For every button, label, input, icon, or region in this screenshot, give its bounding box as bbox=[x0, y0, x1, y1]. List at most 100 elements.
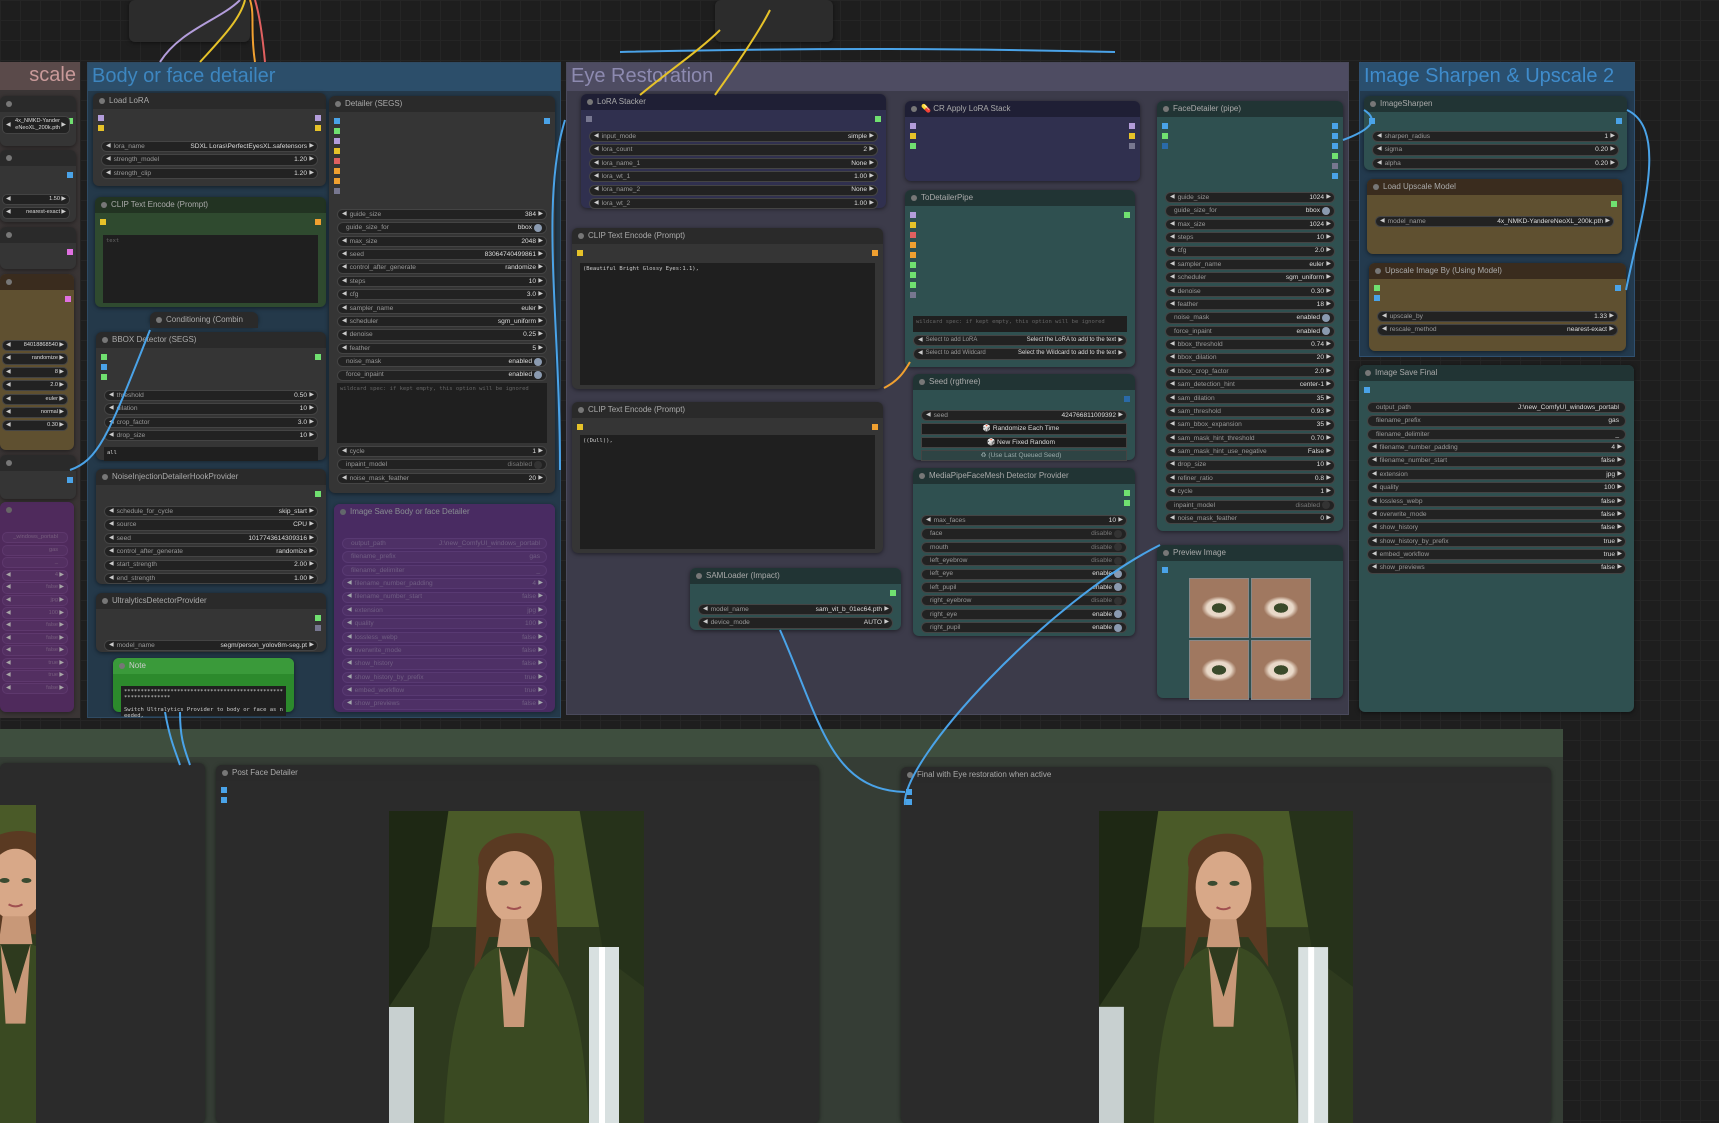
widget-input-mode[interactable]: ◀ input_mode simple ▶ bbox=[589, 131, 878, 143]
node-bbox-detector[interactable]: BBOX Detector (SEGS) ◀ threshold 0.50 ▶ ◀ dila… bbox=[96, 332, 326, 462]
decrement-arrow-icon[interactable]: ◀ bbox=[347, 579, 352, 588]
decrement-arrow-icon[interactable]: ◀ bbox=[1170, 380, 1175, 389]
widget-filename-number-padding[interactable]: ◀ filename_number_padding 4 ▶ bbox=[342, 578, 547, 590]
decrement-arrow-icon[interactable]: ◀ bbox=[347, 606, 352, 615]
decrement-arrow-icon[interactable]: ◀ bbox=[6, 369, 11, 376]
output-slot[interactable] bbox=[1332, 163, 1338, 169]
widget-filename-prefix[interactable]: filename_prefix gas bbox=[1367, 415, 1626, 427]
decrement-arrow-icon[interactable]: ◀ bbox=[1170, 287, 1175, 296]
decrement-arrow-icon[interactable]: ◀ bbox=[1372, 537, 1377, 546]
widget-lora-name-2[interactable]: ◀ lora_name_2 None ▶ bbox=[589, 184, 878, 196]
decrement-arrow-icon[interactable]: ◀ bbox=[1170, 193, 1175, 202]
node-upscale-partial[interactable]: ◀ 1.50 ▶ ◀ nearest-exact ▶ bbox=[0, 150, 76, 222]
increment-arrow-icon[interactable]: ▶ bbox=[59, 672, 64, 679]
output-slot[interactable] bbox=[1332, 153, 1338, 159]
collapse-dot-icon[interactable] bbox=[1163, 550, 1169, 556]
widget-sharpen-radius[interactable]: ◀ sharpen_radius 1 ▶ bbox=[1372, 131, 1619, 143]
increment-arrow-icon[interactable]: ▶ bbox=[884, 605, 889, 614]
widget-btn[interactable]: ♻ (Use Last Queued Seed) bbox=[921, 450, 1127, 462]
decrement-arrow-icon[interactable]: ◀ bbox=[347, 659, 352, 668]
widget-show-history-by-prefix[interactable]: ◀ show_history_by_prefix true ▶ bbox=[342, 671, 547, 683]
widget-sam-mask-hint-use-negative[interactable]: ◀ sam_mask_hint_use_negative False ▶ bbox=[1165, 446, 1335, 458]
widget-num[interactable]: ◀ randomize ▶ bbox=[2, 353, 68, 365]
widget-source[interactable]: ◀ source CPU ▶ bbox=[104, 519, 318, 531]
collapse-dot-icon[interactable] bbox=[335, 101, 341, 107]
node-title-bar[interactable]: MediaPipeFaceMesh Detector Provider bbox=[913, 468, 1135, 484]
decrement-arrow-icon[interactable]: ◀ bbox=[1372, 523, 1377, 532]
increment-arrow-icon[interactable]: ▶ bbox=[538, 633, 543, 642]
widget-show-previews[interactable]: ◀ show_previews false ▶ bbox=[1367, 562, 1626, 574]
increment-arrow-icon[interactable]: ▶ bbox=[1326, 287, 1331, 296]
input-slot[interactable] bbox=[910, 133, 916, 139]
widget-scheduler[interactable]: ◀ scheduler sgm_uniform ▶ bbox=[337, 316, 547, 328]
increment-arrow-icon[interactable]: ▶ bbox=[1326, 300, 1331, 309]
decrement-arrow-icon[interactable]: ◀ bbox=[342, 250, 347, 259]
decrement-arrow-icon[interactable]: ◀ bbox=[109, 391, 114, 400]
input-slot[interactable] bbox=[910, 242, 916, 248]
widget-sam-bbox-expansion[interactable]: ◀ sam_bbox_expansion 35 ▶ bbox=[1165, 419, 1335, 431]
collapse-dot-icon[interactable] bbox=[911, 195, 917, 201]
node-title-bar[interactable]: ImageSharpen bbox=[1364, 96, 1627, 112]
output-image[interactable] bbox=[1099, 811, 1353, 1123]
toggle-knob[interactable] bbox=[534, 371, 542, 380]
decrement-arrow-icon[interactable]: ◀ bbox=[6, 209, 11, 216]
input-slot[interactable] bbox=[910, 123, 916, 129]
node-title-bar[interactable] bbox=[0, 455, 76, 471]
collapse-dot-icon[interactable] bbox=[156, 317, 162, 323]
widget-model-name[interactable]: ◀ model_name sam_vit_b_01ec64.pth ▶ bbox=[698, 604, 893, 616]
decrement-arrow-icon[interactable]: ◀ bbox=[1170, 487, 1175, 496]
node-title-bar[interactable]: CLIP Text Encode (Prompt) bbox=[572, 402, 883, 418]
widget-bbox-dilation[interactable]: ◀ bbox_dilation 20 ▶ bbox=[1165, 352, 1335, 364]
decrement-arrow-icon[interactable]: ◀ bbox=[6, 685, 11, 692]
decrement-arrow-icon[interactable]: ◀ bbox=[347, 699, 352, 708]
decrement-arrow-icon[interactable]: ◀ bbox=[594, 132, 599, 141]
input-slot[interactable] bbox=[101, 364, 107, 370]
node-title-bar[interactable] bbox=[0, 274, 74, 290]
output-slot[interactable] bbox=[315, 125, 321, 131]
widget-select-to-add-wildcard[interactable]: ◀ Select to add Wildcard Select the Wildca… bbox=[913, 348, 1127, 360]
widget-strength-clip[interactable]: ◀ strength_clip 1.20 ▶ bbox=[101, 167, 318, 179]
increment-arrow-icon[interactable]: ▶ bbox=[1617, 456, 1622, 465]
output-slot[interactable] bbox=[875, 116, 881, 122]
widget-start-strength[interactable]: ◀ start_strength 2.00 ▶ bbox=[104, 559, 318, 571]
decrement-arrow-icon[interactable]: ◀ bbox=[109, 641, 114, 650]
widget-overwrite-mode[interactable]: ◀ overwrite_mode false ▶ bbox=[342, 645, 547, 657]
decrement-arrow-icon[interactable]: ◀ bbox=[1372, 483, 1377, 492]
increment-arrow-icon[interactable]: ▶ bbox=[309, 404, 314, 413]
output-slot[interactable] bbox=[67, 477, 73, 483]
output-slot[interactable] bbox=[1124, 212, 1130, 218]
increment-arrow-icon[interactable]: ▶ bbox=[869, 172, 874, 181]
widget-quality[interactable]: ◀ quality 100 ▶ bbox=[1367, 482, 1626, 494]
collapse-dot-icon[interactable] bbox=[6, 232, 12, 238]
increment-arrow-icon[interactable]: ▶ bbox=[1118, 336, 1123, 345]
decrement-arrow-icon[interactable]: ◀ bbox=[342, 237, 347, 246]
decrement-arrow-icon[interactable]: ◀ bbox=[1372, 550, 1377, 559]
widget-lossless-webp[interactable]: ◀ lossless_webp false ▶ bbox=[342, 631, 547, 643]
toggle-knob[interactable] bbox=[1114, 596, 1122, 605]
widget-embed-workflow[interactable]: ◀ embed_workflow true ▶ bbox=[1367, 549, 1626, 561]
decrement-arrow-icon[interactable]: ◀ bbox=[6, 409, 11, 416]
widget-sam-mask-hint-threshold[interactable]: ◀ sam_mask_hint_threshold 0.70 ▶ bbox=[1165, 432, 1335, 444]
increment-arrow-icon[interactable]: ▶ bbox=[1617, 510, 1622, 519]
decrement-arrow-icon[interactable]: ◀ bbox=[1170, 460, 1175, 469]
output-slot[interactable] bbox=[315, 615, 321, 621]
increment-arrow-icon[interactable]: ▶ bbox=[538, 659, 543, 668]
node-clip-text-encode[interactable]: CLIP Text Encode (Prompt) text bbox=[95, 197, 326, 307]
decrement-arrow-icon[interactable]: ◀ bbox=[109, 520, 114, 529]
decrement-arrow-icon[interactable]: ◀ bbox=[109, 547, 114, 556]
node-ksampler-partial[interactable]: ◀ 84018868540 ▶ ◀ randomize ▶ ◀ 8 ▶ ◀ 2.0 ▶ ◀ euler ▶ ◀… bbox=[0, 274, 74, 450]
increment-arrow-icon[interactable]: ▶ bbox=[1610, 132, 1615, 141]
increment-arrow-icon[interactable]: ▶ bbox=[59, 396, 64, 403]
widget-filename-number-start[interactable]: ◀ filename_number_start false ▶ bbox=[1367, 455, 1626, 467]
output-slot[interactable] bbox=[67, 172, 73, 178]
decrement-arrow-icon[interactable]: ◀ bbox=[109, 418, 114, 427]
toggle-knob[interactable] bbox=[1322, 313, 1330, 322]
widget-cycle[interactable]: ◀ cycle 1 ▶ bbox=[1165, 486, 1335, 498]
node-post-face-detailer[interactable]: Post Face Detailer bbox=[216, 765, 819, 1123]
decrement-arrow-icon[interactable]: ◀ bbox=[106, 155, 111, 164]
widget-show-history[interactable]: ◀ show_history false ▶ bbox=[342, 658, 547, 670]
increment-arrow-icon[interactable]: ▶ bbox=[1326, 514, 1331, 523]
output-slot[interactable] bbox=[67, 249, 73, 255]
node-title-bar[interactable]: LoRA Stacker bbox=[581, 94, 886, 110]
input-slot[interactable] bbox=[910, 222, 916, 228]
